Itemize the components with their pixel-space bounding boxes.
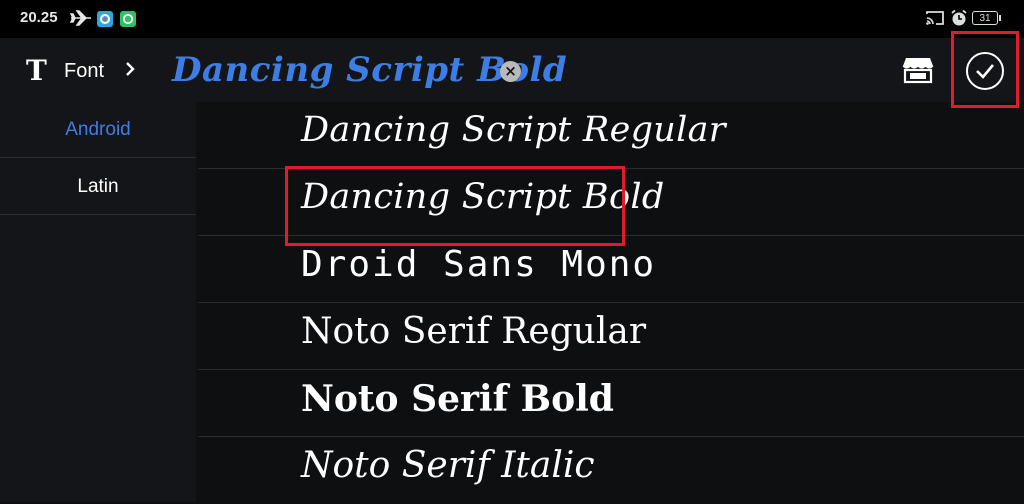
sidebar-item-android[interactable]: Android: [0, 102, 196, 158]
font-list-item-label: Noto Serif Italic: [301, 445, 595, 486]
sidebar-item-latin[interactable]: Latin: [0, 159, 196, 215]
airplane-mode-icon: [70, 9, 92, 27]
chat-app-icon: [120, 11, 136, 27]
font-list-item[interactable]: Noto Serif Regular: [198, 303, 1024, 370]
font-list-item-label: Noto Serif Bold: [301, 378, 614, 420]
font-list: Dancing Script Regular Dancing Script Bo…: [198, 102, 1024, 502]
status-time: 20.25: [20, 9, 58, 26]
selected-font-highlight-box: [285, 166, 625, 246]
font-list-item-label: Noto Serif Regular: [301, 311, 647, 352]
font-list-item[interactable]: Noto Serif Bold: [198, 370, 1024, 437]
cast-icon: [925, 9, 945, 27]
app-notification-icon: [97, 11, 113, 27]
font-list-item[interactable]: Dancing Script Regular: [198, 102, 1024, 169]
chevron-right-icon[interactable]: [124, 58, 138, 86]
font-list-item[interactable]: Droid Sans Mono: [198, 236, 1024, 303]
status-bar: 20.25 31: [0, 0, 1024, 38]
battery-icon: 31: [972, 11, 1001, 25]
text-t-icon[interactable]: T: [26, 54, 47, 87]
font-category-sidebar: Android Latin: [0, 102, 196, 502]
store-icon[interactable]: [902, 55, 934, 85]
font-list-item-label: Dancing Script Regular: [301, 110, 726, 150]
confirm-check-icon[interactable]: [966, 52, 1004, 90]
font-menu-label[interactable]: Font: [64, 60, 104, 83]
font-list-item-label: Droid Sans Mono: [301, 244, 657, 285]
font-list-item[interactable]: Noto Serif Italic: [198, 437, 1024, 504]
clear-icon[interactable]: ×: [500, 61, 521, 82]
alarm-icon: [950, 9, 968, 27]
